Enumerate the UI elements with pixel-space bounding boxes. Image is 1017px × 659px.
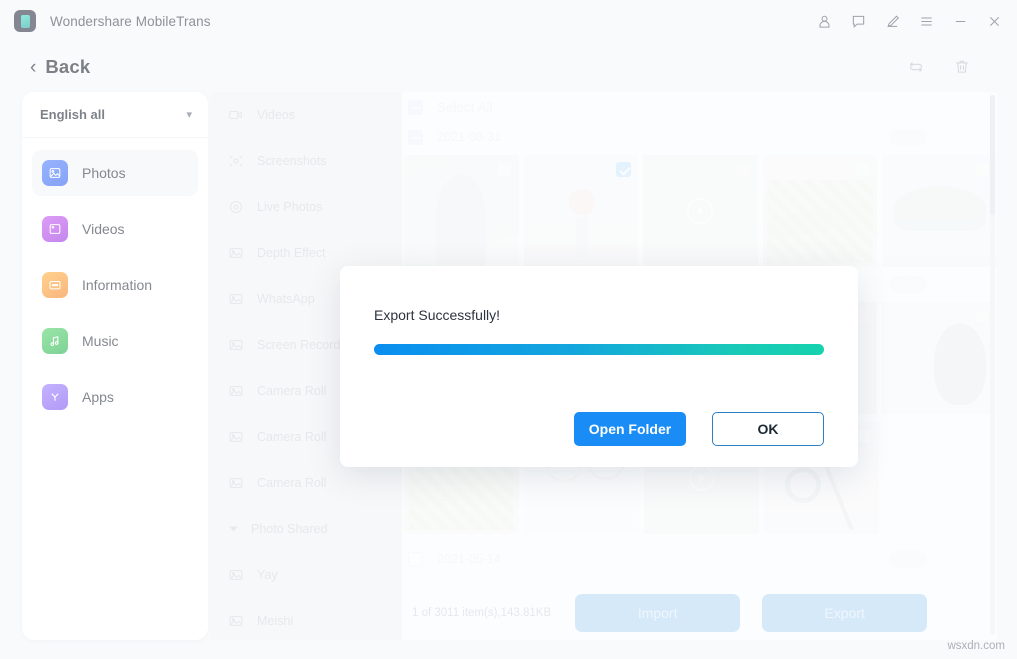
dialog-actions: Open Folder OK xyxy=(574,412,824,446)
open-folder-button[interactable]: Open Folder xyxy=(574,412,686,446)
app-window: Wondershare MobileTrans xyxy=(0,0,1017,659)
progress-bar xyxy=(374,344,824,355)
export-success-dialog: Export Successfully! Open Folder OK xyxy=(340,266,858,467)
ok-button[interactable]: OK xyxy=(712,412,824,446)
watermark: wsxdn.com xyxy=(947,640,1005,652)
dialog-title: Export Successfully! xyxy=(374,307,824,323)
